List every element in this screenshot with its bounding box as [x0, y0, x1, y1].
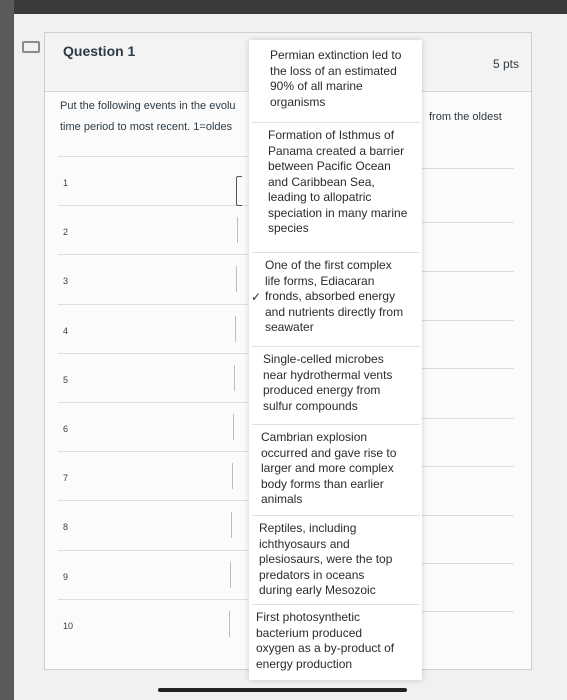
option-text-line: speciation in many marine: [268, 205, 408, 220]
dropdown-option[interactable]: One of the first complex life forms, Edia…: [265, 258, 420, 336]
option-text-line: near hydrothermal vents: [263, 367, 393, 382]
option-text-line: energy production: [256, 656, 353, 671]
right-slot-separator: [422, 168, 514, 169]
option-text-line: between Pacific Ocean: [268, 159, 391, 173]
flag-question-icon[interactable]: [22, 41, 40, 53]
option-text-line: Panama created a barrier: [268, 143, 405, 158]
option-text-line: One of the first complex: [265, 258, 392, 272]
option-text-line: during early Mesozoic: [259, 583, 376, 597]
option-text-line: and Caribbean Sea,: [268, 174, 375, 189]
option-text-line: First photosynthetic: [256, 610, 361, 624]
right-slot-separator: [422, 611, 514, 612]
option-text-line: the loss of an estimated: [270, 63, 397, 78]
right-slot-separator: [422, 222, 514, 223]
option-text-line: oxygen as a by-product of: [256, 641, 395, 655]
right-slot-separator: [422, 320, 514, 321]
right-slot-separator: [422, 271, 514, 272]
option-text-line: plesiosaurs, were the top: [259, 552, 393, 566]
dropdown-option[interactable]: Reptiles, including ichthyosaurs and plesi…: [259, 521, 420, 599]
option-text-line: predators in oceans: [259, 567, 365, 582]
right-slot-separator: [422, 368, 514, 369]
right-slot-separator: [422, 563, 514, 564]
option-text-line: occurred and gave rise to: [261, 445, 397, 460]
option-separator: [252, 424, 420, 425]
option-text-line: seawater: [265, 320, 314, 334]
option-text-line: Cambrian explosion: [261, 430, 368, 444]
option-text-line: Reptiles, including: [259, 521, 357, 535]
option-text-line: sulfur compounds: [263, 398, 358, 413]
question-points: 5 pts: [492, 57, 519, 71]
option-text-line: 90% of all marine: [270, 79, 363, 93]
option-separator: [252, 252, 420, 253]
dropdown-option[interactable]: Permian extinction led to the loss of an …: [270, 48, 420, 110]
option-text-line: larger and more complex: [261, 461, 394, 475]
option-text-line: ichthyosaurs and: [259, 536, 350, 551]
text-cursor-icon: [236, 176, 242, 206]
option-text-line: fronds, absorbed energy: [265, 289, 396, 303]
dropdown-option[interactable]: First photosynthetic bacterium produced ox…: [256, 610, 420, 672]
option-text-line: life forms, Ediacaran: [265, 273, 375, 288]
option-text-line: organisms: [270, 94, 326, 109]
option-text-line: Formation of Isthmus of: [268, 128, 395, 142]
option-text-line: produced energy from: [263, 383, 381, 397]
right-slot-separator: [422, 466, 514, 467]
home-indicator: [158, 688, 407, 692]
option-separator: [252, 515, 420, 516]
dropdown-option[interactable]: Formation of Isthmus of Panama created a …: [268, 128, 420, 237]
screen-top-edge: [14, 0, 567, 14]
right-slot-separator: [422, 418, 514, 419]
question-title: Question 1: [63, 43, 136, 59]
option-text-line: body forms than earlier: [261, 476, 384, 491]
right-slot-separator: [422, 515, 514, 516]
option-separator: [252, 346, 420, 347]
prompt-continuation: from the oldest: [429, 111, 502, 123]
dropdown-option[interactable]: Cambrian explosion occurred and gave rise…: [261, 430, 420, 508]
option-text-line: Single-celled microbes: [263, 352, 384, 366]
option-separator: [252, 604, 420, 605]
option-text-line: bacterium produced: [256, 625, 363, 640]
option-text-line: leading to allopatric: [268, 190, 372, 204]
dropdown-option[interactable]: Single-celled microbes near hydrothermal …: [263, 352, 420, 414]
option-text-line: Permian extinction led to: [270, 48, 402, 62]
prompt-line-1: Put the following events in the evolu: [60, 100, 236, 112]
option-text-line: species: [268, 221, 309, 235]
option-text-line: and nutrients directly from: [265, 304, 404, 319]
checkmark-icon: ✓: [251, 290, 262, 304]
prompt-line-2: time period to most recent. 1=oldes: [60, 121, 233, 133]
option-separator: [252, 122, 420, 123]
option-text-line: animals: [261, 492, 303, 506]
